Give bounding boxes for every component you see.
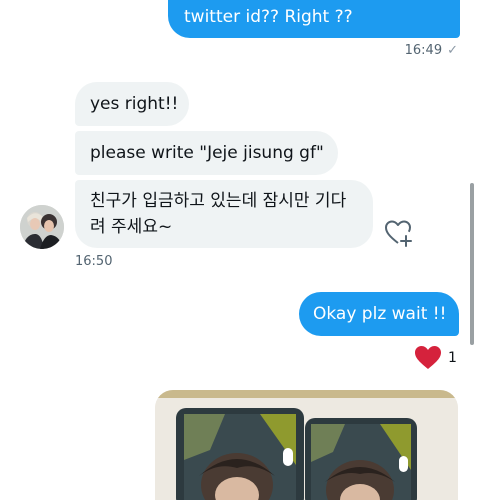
message-text: Okay plz wait !! <box>313 304 447 324</box>
sent-message-meta: 16:49 ✓ <box>405 43 458 58</box>
add-reaction-button[interactable] <box>384 218 414 248</box>
single-check-icon: ✓ <box>447 43 458 58</box>
red-heart-icon <box>415 346 441 369</box>
reaction-count: 1 <box>448 350 457 366</box>
received-message-bubble[interactable]: 친구가 입금하고 있는데 잠시만 기다려 주세요~ <box>75 180 373 248</box>
sent-message-bubble[interactable]: Okay plz wait !! <box>299 292 459 336</box>
dm-conversation: twitter id?? Right ?? 16:49 ✓ yes right!… <box>0 0 480 500</box>
photocard-image <box>155 390 458 500</box>
message-text: please write "Jeje jisung gf" <box>90 143 324 163</box>
heart-plus-icon <box>385 220 412 247</box>
message-timestamp: 16:49 <box>404 43 443 58</box>
user-avatar-photo <box>20 205 64 249</box>
message-timestamp: 16:50 <box>75 254 113 269</box>
sent-message-bubble[interactable]: twitter id?? Right ?? <box>168 0 460 38</box>
image-attachment[interactable] <box>155 390 458 500</box>
message-text: yes right!! <box>90 94 179 114</box>
message-text: 친구가 입금하고 있는데 잠시만 기다려 주세요~ <box>90 191 347 237</box>
avatar[interactable] <box>20 205 64 249</box>
scrollbar[interactable] <box>470 183 474 345</box>
received-message-bubble[interactable]: yes right!! <box>75 82 189 126</box>
received-message-bubble[interactable]: please write "Jeje jisung gf" <box>75 131 338 175</box>
message-reaction[interactable]: 1 <box>414 345 457 371</box>
message-text: twitter id?? Right ?? <box>184 7 353 27</box>
